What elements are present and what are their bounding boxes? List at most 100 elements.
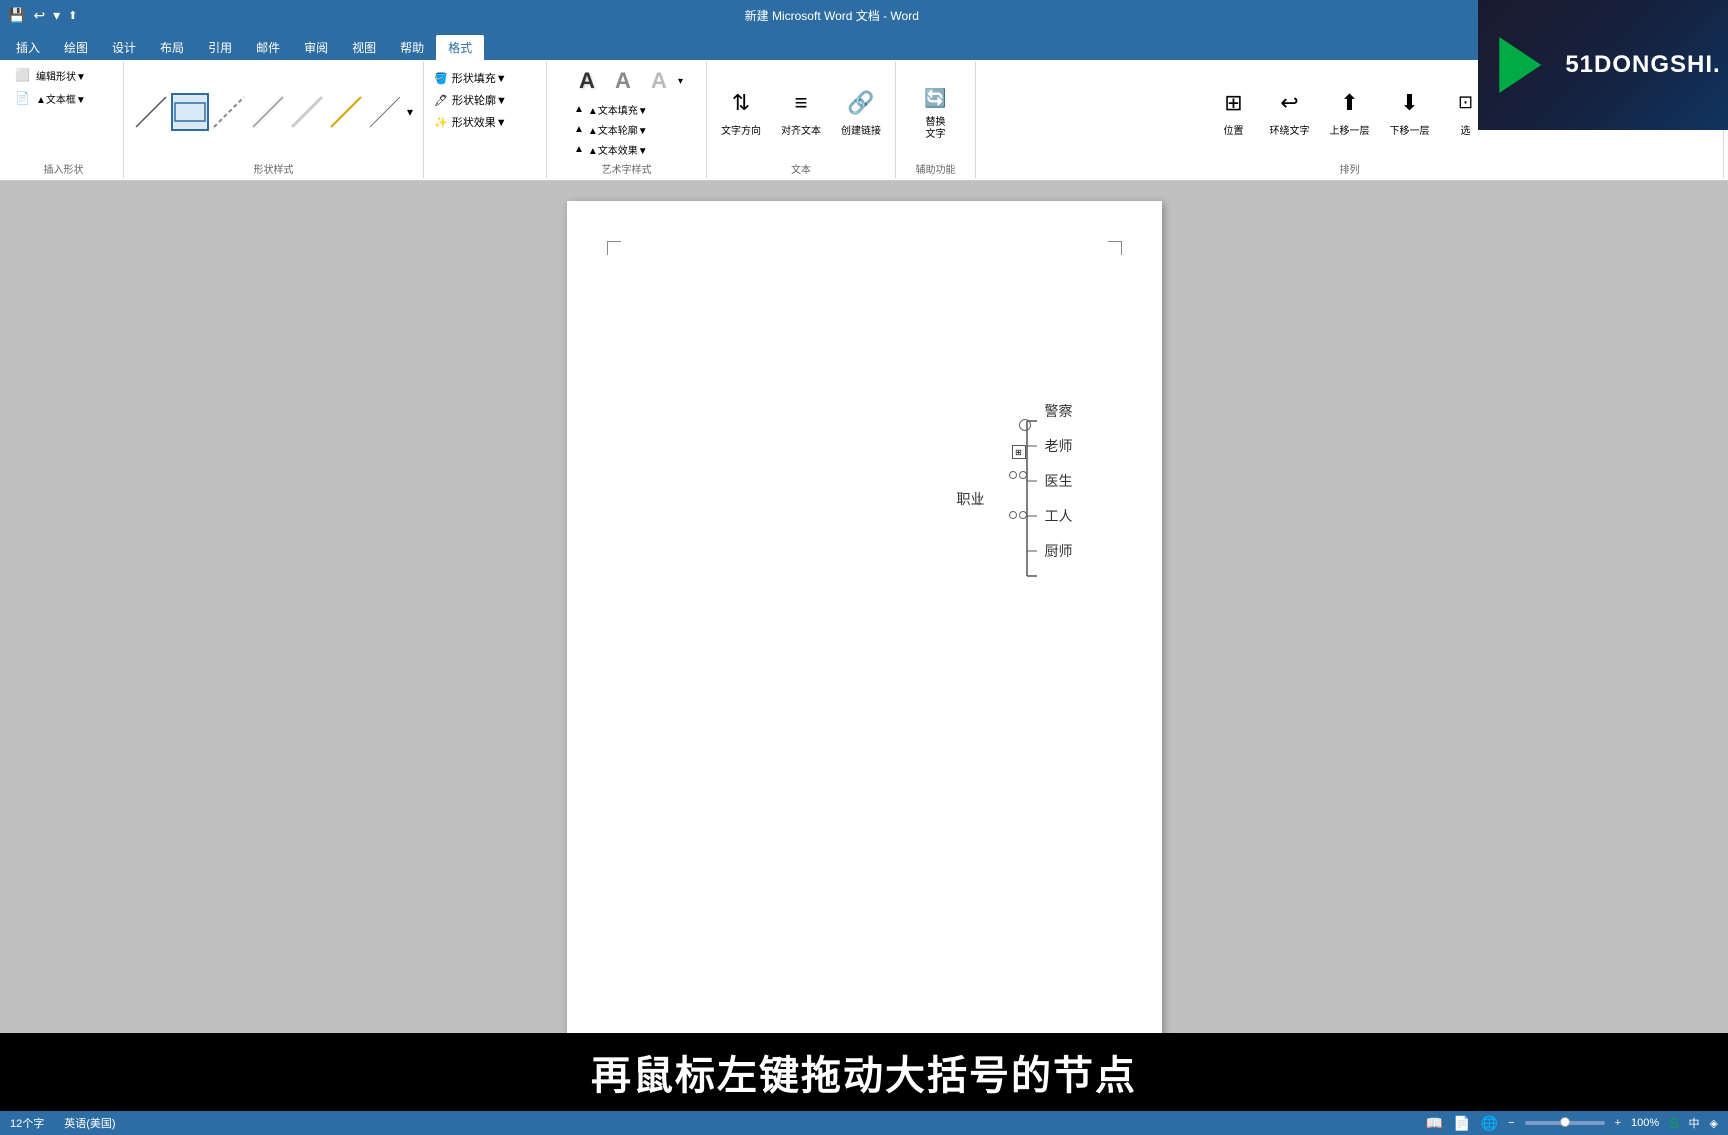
send-backward-btn[interactable]: ⬇ 下移一层	[1382, 83, 1438, 141]
text-box-btn[interactable]: ▲文本框▼	[32, 88, 112, 108]
align-text-btn[interactable]: ≡ 对齐文本	[773, 83, 829, 141]
titlebar-left: 💾 ↩ ▾ ⬆	[8, 7, 77, 24]
text-direction-btn[interactable]: ⇅ 文字方向	[713, 83, 769, 141]
tab-references[interactable]: 引用	[196, 35, 244, 60]
quick-access-undo[interactable]: ↩	[33, 7, 45, 24]
select-icon: ⊡	[1450, 87, 1482, 119]
zoom-plus[interactable]: +	[1615, 1117, 1621, 1129]
art-letter-A3[interactable]: A	[642, 64, 676, 98]
tab-review[interactable]: 审阅	[292, 35, 340, 60]
shape-style-5[interactable]	[288, 93, 326, 131]
shape-style-6[interactable]	[327, 93, 365, 131]
tab-mailings[interactable]: 邮件	[244, 35, 292, 60]
zoom-slider[interactable]	[1525, 1121, 1605, 1125]
tab-format[interactable]: 格式	[436, 35, 484, 60]
word-count: 12个字	[10, 1115, 44, 1131]
status-left: 12个字 英语(美国)	[10, 1115, 116, 1131]
group-assist-label: 辅助功能	[916, 161, 956, 176]
text-direction-icon: ⇅	[725, 87, 757, 119]
art-letter-A2[interactable]: A	[606, 64, 640, 98]
tab-view[interactable]: 视图	[340, 35, 388, 60]
ribbon-main: ⬜ 编辑形状▼ 📄 ▲文本框▼ 插入形状	[0, 60, 1728, 180]
shape-style-1[interactable]	[132, 93, 170, 131]
shape-style-4[interactable]	[249, 93, 287, 131]
ribbon-tabs: 插入 绘图 设计 布局 引用 邮件 审阅 视图 帮助 格式 💡	[0, 30, 1728, 60]
page-area[interactable]: 职业 ↕ ⊞	[0, 181, 1728, 1033]
smartart-item-2: 老师	[1045, 436, 1073, 456]
link-icon: 🔗	[845, 87, 877, 119]
main-area: 职业 ↕ ⊞	[0, 181, 1728, 1033]
text-effect-btn[interactable]: ▲ ▲文本效果▼	[570, 140, 680, 159]
text-fill-btn[interactable]: ▲ ▲文本填充▼	[570, 100, 680, 119]
zoom-level[interactable]: 100%	[1631, 1117, 1659, 1129]
bracket-handle-2[interactable]	[1009, 511, 1027, 519]
shape-style-more[interactable]: ▾	[405, 103, 415, 121]
logo-text: 51DONGSHI.	[1565, 51, 1720, 79]
position-btn[interactable]: ⊞ 位置	[1210, 83, 1258, 141]
logo-overlay: 51DONGSHI.	[1478, 0, 1728, 130]
tab-design[interactable]: 设计	[100, 35, 148, 60]
read-view-btn[interactable]: 📖	[1426, 1115, 1443, 1132]
wrap-text-btn[interactable]: ↩ 环绕文字	[1262, 83, 1318, 141]
create-link-btn[interactable]: 🔗 创建链接	[833, 83, 889, 141]
web-view-btn[interactable]: 🌐	[1481, 1115, 1498, 1132]
bracket-svg	[1007, 411, 1037, 586]
tab-layout[interactable]: 布局	[148, 35, 196, 60]
subtitle-bar: 再鼠标左键拖动大括号的节点	[0, 1033, 1728, 1111]
ribbon-collapse[interactable]: ⬆	[68, 9, 77, 22]
position-icon: ⊞	[1218, 87, 1250, 119]
group-assist: 🔄 替换文字 辅助功能	[896, 62, 976, 178]
smartart-container: 职业 ↕ ⊞	[947, 401, 1147, 581]
titlebar-title: 新建 Microsoft Word 文档 - Word	[77, 7, 1586, 24]
edit-shape-btn[interactable]: 编辑形状▼	[32, 65, 112, 85]
ribbon-panel: ⬜ 编辑形状▼ 📄 ▲文本框▼ 插入形状	[0, 60, 1728, 181]
group-shape-style-lines: ▾ 形状样式	[124, 62, 424, 178]
shape-outline-btn[interactable]: 🖊 形状轮廓▼	[430, 90, 540, 110]
edit-shape-icon: ⬜	[15, 68, 30, 82]
group-insert-shape: ⬜ 编辑形状▼ 📄 ▲文本框▼ 插入形状	[4, 62, 124, 178]
shape-style-3[interactable]	[210, 93, 248, 131]
shape-fill-icon: 🪣	[434, 72, 448, 85]
quick-access-menu[interactable]: ▾	[53, 7, 60, 24]
ime-indicator[interactable]: 中	[1689, 1115, 1700, 1131]
send-backward-icon: ⬇	[1394, 87, 1426, 119]
wps-icon: S	[1669, 1115, 1678, 1131]
logo-play-icon	[1485, 30, 1555, 100]
group-text-label: 文本	[791, 161, 811, 176]
smartart-item-5: 厨师	[1045, 541, 1073, 561]
bring-forward-btn[interactable]: ⬆ 上移一层	[1322, 83, 1378, 141]
text-fill-icon: ▲	[574, 104, 584, 115]
shape-fill-btn[interactable]: 🪣 形状填充▼	[430, 68, 540, 88]
status-bar: 12个字 英语(美国) 📖 📄 🌐 − + 100% S 中 ◈	[0, 1111, 1728, 1135]
shape-style-2[interactable]	[171, 93, 209, 131]
bring-forward-icon: ⬆	[1334, 87, 1366, 119]
replace-text-btn[interactable]: 🔄 替换文字	[912, 78, 960, 145]
shape-style-7[interactable]	[366, 93, 404, 131]
quick-access-save[interactable]: 💾	[8, 7, 25, 24]
keyboard-indicator: ◈	[1710, 1117, 1718, 1130]
word-page: 职业 ↕ ⊞	[567, 201, 1162, 1033]
language: 英语(美国)	[64, 1115, 115, 1131]
art-text-more[interactable]: ▾	[678, 76, 683, 87]
group-art-text-label: 艺术字样式	[602, 161, 652, 176]
bracket-handle-1[interactable]	[1009, 471, 1027, 479]
group-shape-style-label: 形状样式	[254, 161, 294, 176]
text-box-icon: 📄	[15, 91, 30, 105]
tab-insert[interactable]: 插入	[4, 35, 52, 60]
move-indicator: ↕	[975, 489, 984, 510]
corner-mark-tr	[1108, 241, 1122, 255]
status-right: 📖 📄 🌐 − + 100% S 中 ◈	[1426, 1115, 1718, 1132]
print-view-btn[interactable]: 📄	[1453, 1115, 1470, 1132]
tab-draw[interactable]: 绘图	[52, 35, 100, 60]
titlebar: 💾 ↩ ▾ ⬆ 新建 Microsoft Word 文档 - Word 素子为 …	[0, 0, 1728, 30]
art-letter-A1[interactable]: A	[570, 64, 604, 98]
subtitle-text: 再鼠标左键拖动大括号的节点	[591, 1054, 1137, 1098]
text-outline-btn[interactable]: ▲ ▲文本轮廓▼	[570, 120, 680, 139]
tab-help[interactable]: 帮助	[388, 35, 436, 60]
smartart-item-3: 医生	[1045, 471, 1073, 491]
group-shape-format-label	[480, 161, 490, 176]
shape-outline-icon: 🖊	[434, 94, 448, 107]
replace-icon: 🔄	[920, 82, 952, 114]
zoom-minus[interactable]: −	[1508, 1117, 1514, 1129]
shape-effect-btn[interactable]: ✨ 形状效果▼	[430, 112, 540, 132]
